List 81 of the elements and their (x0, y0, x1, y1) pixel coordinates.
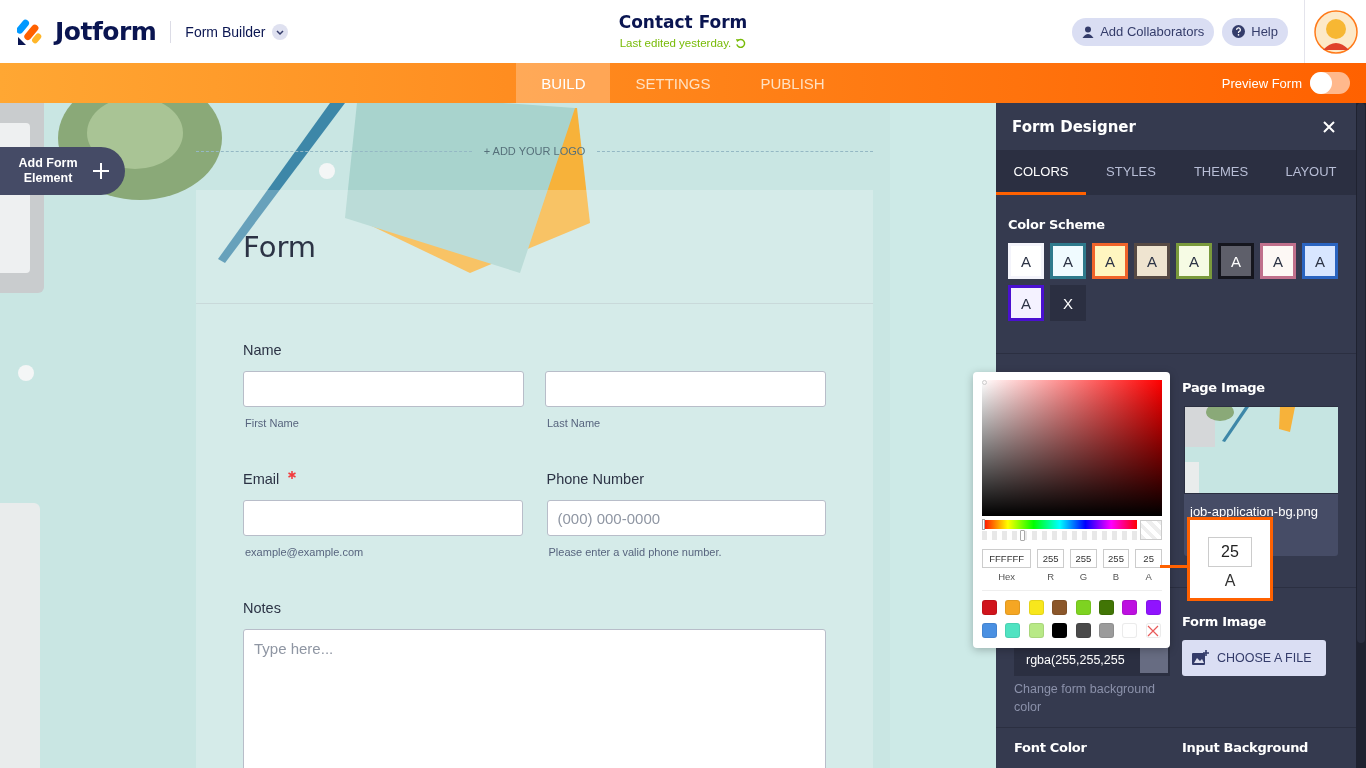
add-collaborators-button[interactable]: Add Collaborators (1072, 17, 1215, 46)
input-field[interactable] (545, 371, 826, 407)
color-swatch[interactable] (1052, 600, 1068, 615)
color-swatch[interactable] (982, 600, 997, 615)
value-input[interactable]: 255 (1037, 549, 1064, 568)
hue-slider[interactable] (982, 520, 1137, 529)
last-edited-text: Last edited yesterday. (619, 37, 747, 49)
designer-tab[interactable]: STYLES (1086, 150, 1176, 195)
field-label: A (1224, 572, 1236, 590)
preview-label: Preview Form (1221, 75, 1302, 91)
file-name: job-application-bg.png (1189, 503, 1319, 519)
logo-text: Jotform (55, 17, 157, 46)
panel-title: Form Designer (1012, 117, 1136, 136)
chevron-down-icon (271, 23, 288, 40)
choose-file-button[interactable]: CHOOSE A FILE (1182, 640, 1326, 676)
value-input[interactable]: 255 (1070, 549, 1097, 568)
slider-thumb[interactable] (1019, 530, 1025, 541)
reset-scheme-button[interactable]: X (1050, 285, 1086, 321)
saturation-area[interactable] (982, 380, 1162, 516)
plus-icon (92, 162, 110, 180)
no-color-swatch[interactable] (1145, 623, 1161, 638)
field-label: Notes (243, 600, 281, 616)
section-label: Color Scheme (1008, 217, 1106, 232)
color-preview-swatch (1140, 646, 1168, 673)
color-swatch[interactable] (1028, 623, 1044, 638)
value-input[interactable]: 255 (1102, 549, 1130, 568)
textarea-field[interactable]: Type here... (243, 629, 826, 768)
preview-toggle[interactable] (1310, 72, 1350, 94)
hint-text: Change form background color (1014, 681, 1157, 717)
color-swatch[interactable] (1075, 600, 1091, 615)
form-heading: Form (243, 230, 318, 264)
input-field[interactable] (243, 500, 523, 536)
field-label: R (1046, 571, 1056, 582)
form-title: Contact Form (618, 12, 748, 32)
field-label: G (1078, 571, 1089, 582)
color-swatch[interactable] (1005, 623, 1021, 638)
color-swatch[interactable] (1122, 600, 1138, 615)
designer-tab[interactable]: THEMES (1176, 150, 1266, 195)
required-icon (288, 471, 297, 479)
slider-thumb[interactable] (982, 519, 985, 530)
value-input[interactable]: 25 (1208, 537, 1252, 567)
color-preview (1140, 520, 1162, 540)
section-label: Form Image (1182, 614, 1268, 629)
field-label: A (1144, 571, 1153, 582)
input-field[interactable] (243, 371, 524, 407)
hint-text: Please enter a valid phone number. (547, 546, 723, 558)
help-button[interactable]: Help (1222, 17, 1288, 46)
sublabel: First Name (244, 417, 300, 429)
color-swatch[interactable] (1075, 623, 1091, 638)
value-input[interactable]: 25 (1135, 549, 1162, 568)
sublabel: Last Name (546, 417, 602, 429)
field-label: Phone Number (546, 471, 645, 487)
color-swatch[interactable] (982, 623, 997, 638)
section-label: Input Background (1182, 740, 1310, 755)
color-swatch[interactable] (1052, 623, 1068, 638)
close-icon[interactable] (1322, 119, 1336, 134)
field-label: Email (243, 471, 280, 487)
undo-icon[interactable] (735, 37, 747, 49)
alpha-slider[interactable] (982, 531, 1137, 540)
color-swatch[interactable] (1145, 600, 1161, 615)
value-input[interactable]: FFFFFF (982, 549, 1032, 568)
avatar[interactable] (1313, 9, 1358, 54)
field-label: Hex (997, 571, 1017, 582)
color-swatch[interactable] (1005, 600, 1021, 615)
section-label: Page Image (1182, 380, 1266, 395)
scrollbar-thumb[interactable] (1357, 103, 1365, 643)
image-add-icon (1191, 650, 1209, 666)
designer-tab[interactable]: COLORS (996, 150, 1086, 195)
add-form-element-button[interactable]: Add Form Element (0, 147, 125, 195)
person-icon (1082, 25, 1095, 38)
field-label: Name (243, 342, 282, 358)
field-label: B (1111, 571, 1121, 582)
color-swatch[interactable] (1098, 600, 1114, 615)
designer-tab[interactable]: LAYOUT (1266, 150, 1356, 195)
help-icon (1232, 25, 1246, 38)
color-swatch[interactable] (1098, 623, 1114, 638)
input-field[interactable]: (000) 000-0000 (546, 500, 826, 536)
color-swatch[interactable] (1028, 600, 1044, 615)
hint-text: example@example.com (244, 546, 365, 558)
section-label: Font Color (1014, 740, 1088, 755)
builder-menu[interactable]: Form Builder (185, 23, 288, 40)
